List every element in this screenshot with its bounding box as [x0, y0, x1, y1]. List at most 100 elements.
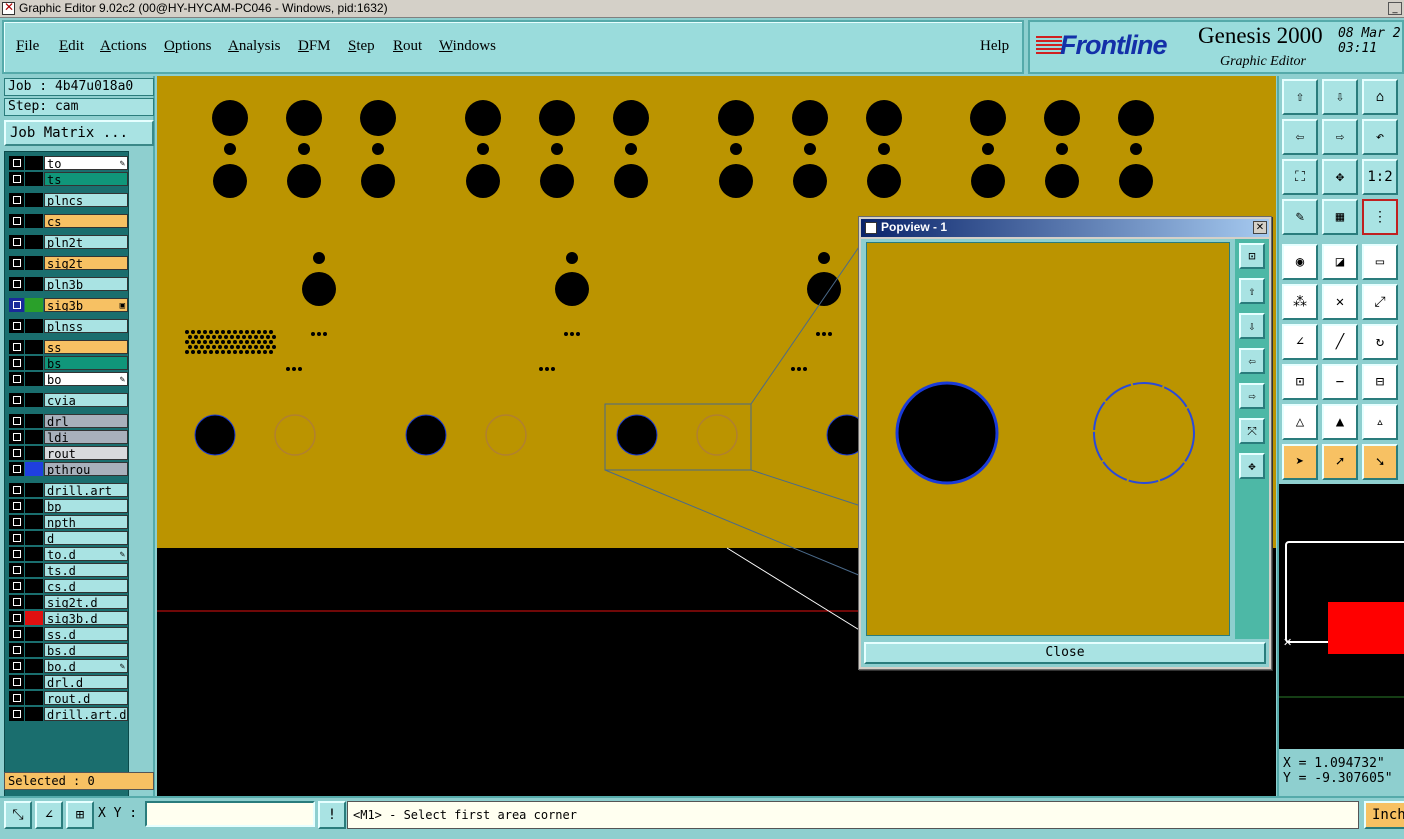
menu-help[interactable]: Help	[980, 38, 1009, 55]
triangle-frame-button[interactable]: ▵	[1362, 404, 1398, 440]
layer-checkbox[interactable]	[9, 579, 24, 593]
layer-row[interactable]: bo.d ✎	[8, 659, 128, 673]
layer-row[interactable]: ss.d	[8, 627, 128, 641]
layer-row[interactable]: pln2t	[8, 235, 128, 249]
layer-row[interactable]: pln3b	[8, 277, 128, 291]
layer-color-swatch[interactable]	[25, 675, 43, 689]
layer-row[interactable]: to.d ✎	[8, 547, 128, 561]
warning-button[interactable]: !	[318, 801, 346, 829]
layer-checkbox[interactable]	[9, 531, 24, 545]
layer-row[interactable]: plnss	[8, 319, 128, 333]
layer-color-swatch[interactable]	[25, 531, 43, 545]
layer-row[interactable]: sig2t.d	[8, 595, 128, 609]
layers-button[interactable]: ⋮	[1362, 199, 1398, 235]
snap-tool-button[interactable]: ⤡	[4, 801, 32, 829]
line-button[interactable]: ╱	[1322, 324, 1358, 360]
layer-name[interactable]: drl	[44, 414, 128, 428]
layer-color-swatch[interactable]	[25, 193, 43, 207]
job-matrix-button[interactable]: Job Matrix ...	[4, 120, 154, 146]
layer-checkbox[interactable]	[9, 462, 24, 476]
layer-row[interactable]: drill.art	[8, 483, 128, 497]
layer-name[interactable]: ss.d	[44, 627, 128, 641]
layer-row[interactable]: ts	[8, 172, 128, 186]
pop-right-button[interactable]: ⇨	[1239, 383, 1265, 409]
view-right-button[interactable]: ⇨	[1322, 119, 1358, 155]
layer-name[interactable]: ss	[44, 340, 128, 354]
layer-row[interactable]: pthrou	[8, 462, 128, 476]
layer-checkbox[interactable]	[9, 256, 24, 270]
layer-row[interactable]: cs	[8, 214, 128, 228]
layer-row[interactable]: cs.d	[8, 579, 128, 593]
palette-button[interactable]: ✎	[1282, 199, 1318, 235]
layer-name[interactable]: d	[44, 531, 128, 545]
layer-name[interactable]: sig2t.d	[44, 595, 128, 609]
layer-name[interactable]: bo ✎	[44, 372, 128, 386]
layer-row[interactable]: drill.art.d	[8, 707, 128, 721]
layer-checkbox[interactable]	[9, 563, 24, 577]
arc-button[interactable]: ↻	[1362, 324, 1398, 360]
view-down-button[interactable]: ⇩	[1322, 79, 1358, 115]
layer-row[interactable]: rout.d	[8, 691, 128, 705]
layer-name[interactable]: to ✎	[44, 156, 128, 170]
menu-actions[interactable]: Actions	[100, 38, 147, 55]
layer-color-swatch[interactable]	[25, 372, 43, 386]
layer-name[interactable]: sig3b.d	[44, 611, 128, 625]
overview-map[interactable]: ✕	[1279, 484, 1404, 749]
layer-name[interactable]: bs	[44, 356, 128, 370]
layer-checkbox[interactable]	[9, 298, 24, 312]
undo-view-button[interactable]: ↶	[1362, 119, 1398, 155]
triangle-button[interactable]: △	[1282, 404, 1318, 440]
layer-color-swatch[interactable]	[25, 643, 43, 657]
layer-row[interactable]: ss	[8, 340, 128, 354]
layer-color-swatch[interactable]	[25, 340, 43, 354]
layer-row[interactable]: ts.d	[8, 563, 128, 577]
ruler-button[interactable]: ▭	[1362, 244, 1398, 280]
layer-color-swatch[interactable]	[25, 256, 43, 270]
layer-name[interactable]: cs.d	[44, 579, 128, 593]
layer-checkbox[interactable]	[9, 499, 24, 513]
layer-checkbox[interactable]	[9, 156, 24, 170]
menu-step[interactable]: Step	[348, 38, 375, 55]
grid-tool-button[interactable]: ⊞	[66, 801, 94, 829]
layer-color-swatch[interactable]	[25, 563, 43, 577]
layer-checkbox[interactable]	[9, 430, 24, 444]
layer-name[interactable]: bp	[44, 499, 128, 513]
layer-checkbox[interactable]	[9, 214, 24, 228]
layer-color-swatch[interactable]	[25, 214, 43, 228]
layer-checkbox[interactable]	[9, 340, 24, 354]
layer-checkbox[interactable]	[9, 235, 24, 249]
menu-windows[interactable]: Windows	[439, 38, 496, 55]
menu-rout[interactable]: Rout	[393, 38, 422, 55]
layer-color-swatch[interactable]	[25, 595, 43, 609]
layer-checkbox[interactable]	[9, 627, 24, 641]
layer-row[interactable]: sig3b ▣	[8, 298, 128, 312]
layer-name[interactable]: npth	[44, 515, 128, 529]
layer-color-swatch[interactable]	[25, 156, 43, 170]
popview-canvas[interactable]	[866, 242, 1230, 636]
menu-dfm[interactable]: DFM	[298, 38, 331, 55]
layer-row[interactable]: to ✎	[8, 156, 128, 170]
window-minimize-button[interactable]: _	[1388, 2, 1402, 15]
layer-row[interactable]: drl	[8, 414, 128, 428]
pop-up-button[interactable]: ⇧	[1239, 278, 1265, 304]
popview-close-button[interactable]: Close	[864, 642, 1266, 664]
layer-checkbox[interactable]	[9, 707, 24, 721]
layer-name[interactable]: sig2t	[44, 256, 128, 270]
layer-color-swatch[interactable]	[25, 298, 43, 312]
layer-color-swatch[interactable]	[25, 393, 43, 407]
layer-color-swatch[interactable]	[25, 547, 43, 561]
layer-row[interactable]: sig2t	[8, 256, 128, 270]
nodes-button[interactable]: ⁂	[1282, 284, 1318, 320]
menu-analysis[interactable]: Analysis	[228, 38, 281, 55]
layer-name[interactable]: ts	[44, 172, 128, 186]
layer-name[interactable]: pln3b	[44, 277, 128, 291]
triangle-pattern-button[interactable]: ▲	[1322, 404, 1358, 440]
view-left-button[interactable]: ⇦	[1282, 119, 1318, 155]
layer-name[interactable]: drill.art.d	[44, 707, 128, 721]
scale-button[interactable]: 1:2	[1362, 159, 1398, 195]
layer-color-swatch[interactable]	[25, 462, 43, 476]
layer-color-swatch[interactable]	[25, 691, 43, 705]
layer-color-swatch[interactable]	[25, 499, 43, 513]
pointer-select-button[interactable]: ➚	[1322, 444, 1358, 480]
layer-color-swatch[interactable]	[25, 446, 43, 460]
